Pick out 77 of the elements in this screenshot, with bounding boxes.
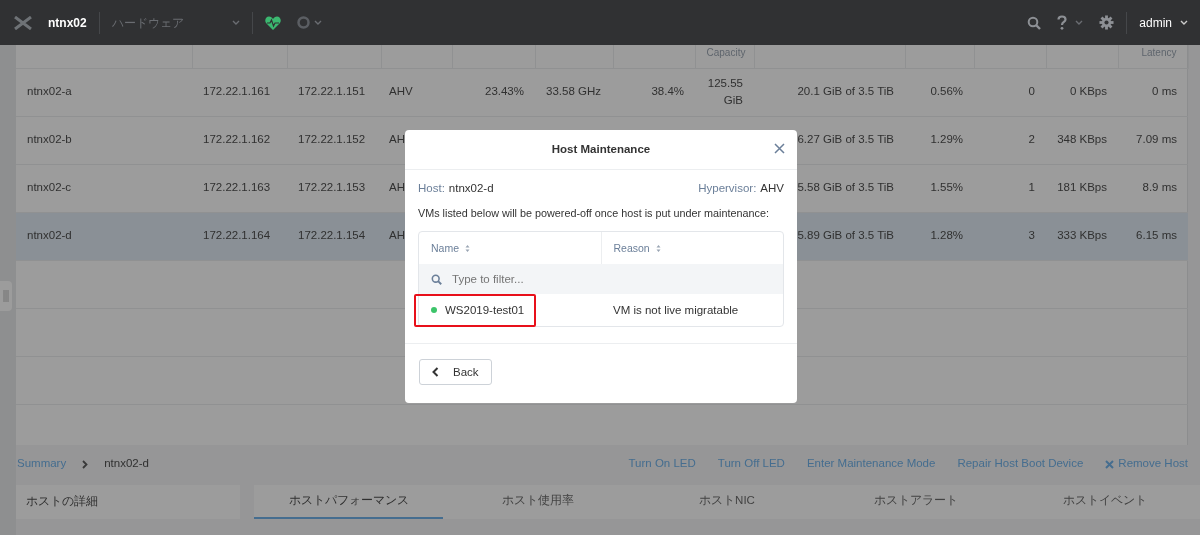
table-cell: 0 KBps bbox=[1069, 85, 1107, 98]
table-row[interactable]: ntnx02-a 172.22.1.161 172.22.1.151 AHV 23.43% 33.58 GHz 38.4% 125.55 GiB 20.1 GiB of 3.5 TiB 0.56% 0 0 KBps 0 ms bbox=[16, 68, 1188, 116]
table-cell: 0 ms bbox=[1152, 85, 1177, 98]
field-label: Hypervisor: bbox=[698, 181, 757, 196]
column-header[interactable]: Latency bbox=[1141, 47, 1177, 58]
help-icon[interactable] bbox=[1057, 15, 1068, 30]
table-cell: 23.43% bbox=[485, 85, 524, 98]
table-cell: 1.28% bbox=[930, 229, 963, 242]
cluster-name[interactable]: ntnx02 bbox=[48, 13, 87, 32]
table-cell-text: VM is not live migratable bbox=[613, 302, 739, 318]
sort-icon[interactable] bbox=[465, 243, 470, 253]
tab[interactable]: ホストイベント bbox=[1010, 485, 1200, 519]
field-value: ntnx02-d bbox=[448, 181, 494, 196]
warning-message: VMs listed below will be powered-off once host is put under maintenance: bbox=[418, 206, 770, 222]
table-cell: 6.27 GiB of 3.5 TiB bbox=[797, 133, 894, 146]
dialog-title: Host Maintenance bbox=[551, 141, 651, 157]
table-cell: 172.22.1.153 bbox=[298, 181, 366, 194]
table-cell: AH bbox=[389, 181, 405, 194]
circle-icon[interactable] bbox=[296, 16, 310, 29]
table-cell: 125.55 GiB bbox=[707, 76, 743, 106]
tab[interactable]: ホストNIC bbox=[632, 485, 822, 519]
filter-input[interactable]: Type to filter... bbox=[450, 269, 783, 290]
table-cell: ntnx02-c bbox=[27, 181, 72, 194]
table-cell: 0.56% bbox=[930, 85, 963, 98]
table-cell: 172.22.1.161 bbox=[203, 85, 271, 98]
table-cell: 38.4% bbox=[651, 85, 684, 98]
table-cell: 333 KBps bbox=[1057, 229, 1107, 242]
table-cell: 181 KBps bbox=[1057, 181, 1107, 194]
table-cell: 0 bbox=[1028, 85, 1035, 98]
filter-field[interactable]: Type to filter... bbox=[419, 264, 783, 295]
table-cell: ntnx02-d bbox=[27, 229, 72, 242]
search-icon bbox=[431, 273, 442, 285]
health-heart-icon[interactable] bbox=[264, 15, 281, 30]
table-cell: 5.58 GiB of 3.5 TiB bbox=[797, 181, 894, 194]
table-cell: AHV bbox=[389, 85, 413, 98]
vm-name[interactable]: WS2019-test01 bbox=[445, 301, 525, 320]
table-cell: 348 KBps bbox=[1057, 133, 1107, 146]
table-cell: 172.22.1.154 bbox=[298, 229, 366, 242]
table-cell: AH bbox=[389, 133, 405, 146]
table-cell: 172.22.1.162 bbox=[203, 133, 271, 146]
table-cell: 5.89 GiB of 3.5 TiB bbox=[797, 229, 894, 242]
close-button[interactable] bbox=[774, 143, 785, 154]
column-header[interactable]: Reason bbox=[613, 240, 650, 257]
close-icon bbox=[1105, 459, 1115, 469]
column-header[interactable]: Capacity bbox=[706, 47, 746, 58]
table-cell: 1.55% bbox=[930, 181, 963, 194]
table-cell: 6.15 ms bbox=[1136, 229, 1177, 242]
table-cell: 20.1 GiB of 3.5 TiB bbox=[797, 85, 894, 98]
user-menu[interactable]: admin bbox=[1139, 13, 1172, 32]
table-cell: 172.22.1.151 bbox=[298, 85, 366, 98]
table-cell: ntnx02-b bbox=[27, 133, 72, 146]
tab[interactable]: ホスト使用率 bbox=[443, 485, 633, 519]
table-cell: 172.22.1.163 bbox=[203, 181, 271, 194]
table-cell: 172.22.1.152 bbox=[298, 133, 366, 146]
table-cell: 1.29% bbox=[930, 133, 963, 146]
field-value: AHV bbox=[760, 181, 784, 196]
logo-icon bbox=[14, 15, 32, 30]
table-cell: ntnx02-a bbox=[27, 85, 72, 98]
table-cell: 8.9 ms bbox=[1142, 181, 1177, 194]
sort-icon[interactable] bbox=[655, 243, 661, 253]
tab[interactable]: ホストアラート bbox=[821, 485, 1011, 519]
table-cell: 2 bbox=[1028, 133, 1035, 146]
back-button[interactable]: Back bbox=[419, 359, 492, 386]
column-header[interactable]: Name bbox=[431, 240, 459, 257]
settings-icon[interactable] bbox=[1099, 15, 1115, 30]
search-icon[interactable] bbox=[1027, 15, 1042, 30]
tab[interactable]: ホストパフォーマンス bbox=[254, 485, 444, 519]
table-cell: AH bbox=[389, 229, 405, 242]
panel-title: ホストの詳細 bbox=[26, 495, 98, 507]
field-label: Host: bbox=[418, 181, 445, 196]
breadcrumb-current: ntnx02-d bbox=[104, 456, 149, 472]
table-cell: 1 bbox=[1028, 181, 1035, 194]
table-cell: 3 bbox=[1028, 229, 1035, 242]
table-cell: 172.22.1.164 bbox=[203, 229, 271, 242]
chevron-icon bbox=[82, 459, 89, 469]
table-cell: 33.58 GHz bbox=[546, 85, 601, 98]
table-cell: 7.09 ms bbox=[1136, 133, 1177, 146]
